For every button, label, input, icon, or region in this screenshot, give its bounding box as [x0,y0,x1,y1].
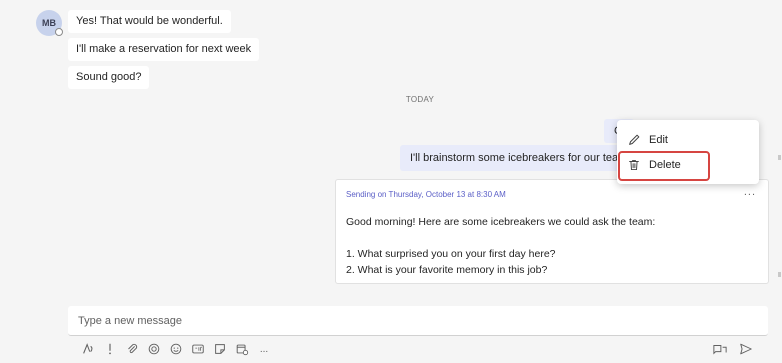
format-glyph [83,343,93,354]
format-icon[interactable] [80,341,96,357]
pencil-icon [629,134,640,145]
schedule-meeting-icon[interactable] [234,341,250,357]
loop-icon[interactable] [146,341,162,357]
presence-status-icon [55,28,63,36]
priority-icon[interactable] [102,341,118,357]
calendar-glyph [236,344,249,356]
composer-right-tools [712,341,754,357]
more-actions-label: ... [259,343,269,355]
send-glyph [740,343,752,355]
message-outgoing[interactable]: I'll brainstorm some icebreakers for our… [400,145,634,171]
scroll-indicator [778,155,781,160]
message-input[interactable] [68,306,768,335]
scheduled-send-label: Sending on Thursday, October 13 at 8:30 … [346,190,506,199]
message-line: Good morning! Here are some icebreakers … [346,216,656,228]
message-incoming[interactable]: Yes! That would be wonderful. [68,10,231,33]
sticker-glyph [215,344,225,354]
exclamation-glyph [109,343,111,355]
day-divider: TODAY [405,95,435,104]
sticker-icon[interactable] [212,341,228,357]
gif-glyph [192,344,204,354]
gif-icon[interactable] [190,341,206,357]
smiley-glyph [170,343,182,355]
message-line: 1. What surprised you on your first day … [346,248,556,260]
loop-components-glyph [713,345,727,355]
message-composer[interactable] [68,306,768,336]
menu-item-edit[interactable]: Edit [627,128,668,152]
emoji-icon[interactable] [168,341,184,357]
message-line: 2. What is your favorite memory in this … [346,264,548,276]
message-incoming[interactable]: Sound good? [68,66,150,89]
loop-glyph [148,343,160,355]
scheduled-message-card[interactable]: Sending on Thursday, October 13 at 8:30 … [335,179,769,284]
composer-toolbar: ... [80,341,272,357]
menu-item-label: Edit [649,134,668,146]
delete-highlight-box [618,151,710,181]
paperclip-glyph [128,343,138,354]
message-incoming[interactable]: I'll make a reservation for next week [68,38,260,61]
scroll-indicator [778,272,781,277]
attach-icon[interactable] [124,341,140,357]
send-icon[interactable] [738,341,754,357]
loop-components-icon[interactable] [712,341,728,357]
more-actions-icon[interactable]: ... [256,341,272,357]
more-options-button[interactable]: ... [744,186,756,198]
